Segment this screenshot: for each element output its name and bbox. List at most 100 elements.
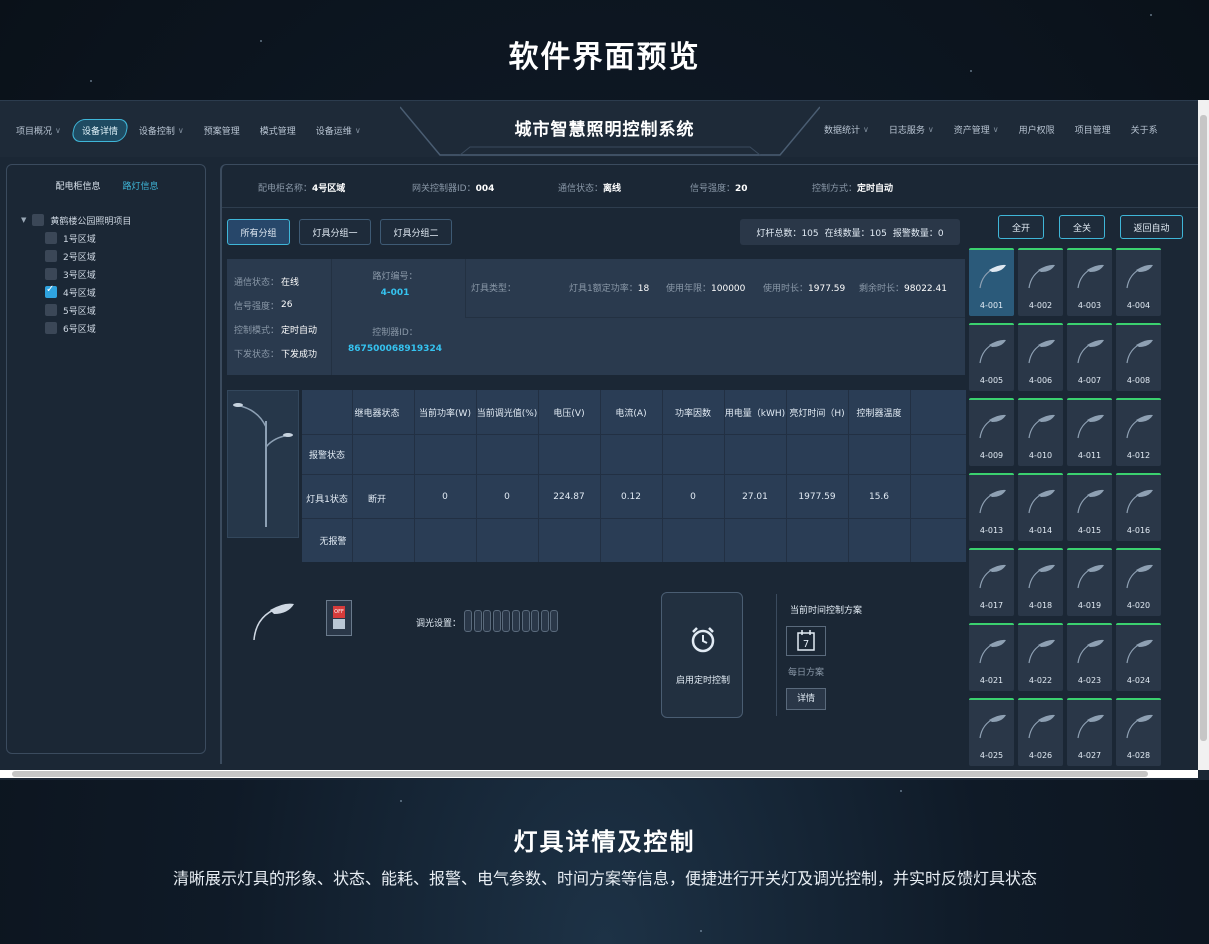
area-checkbox[interactable] [45, 284, 57, 298]
dimming-segment[interactable] [521, 610, 530, 632]
area-item[interactable]: 3号区域 [21, 265, 131, 283]
service-life: 使用年限：100000 [666, 284, 746, 294]
nav-item-label: 日志服务 [888, 126, 925, 136]
controller-id-label: 控制器ID： [372, 328, 418, 338]
lamp-tile[interactable]: 4-026 [1018, 698, 1063, 766]
lamp-tile-label: 4-012 [1126, 451, 1151, 460]
lamp-tile[interactable]: 4-023 [1067, 623, 1112, 691]
group-2-button[interactable]: 灯具分组二 [380, 219, 452, 245]
lamp-tile[interactable]: 4-020 [1116, 548, 1161, 616]
row-label: 灯具1状态 [306, 495, 348, 505]
lamp-tile[interactable]: 4-016 [1116, 473, 1161, 541]
lamp-tile[interactable]: 4-003 [1067, 248, 1112, 316]
lamp-tile[interactable]: 4-001 [969, 248, 1014, 316]
nav_right-nav-item-1[interactable]: 日志服务 ∨ [881, 119, 942, 140]
detail-comm-label: 通信状态： [234, 277, 280, 288]
dimming-segment[interactable] [473, 610, 482, 632]
lamp-tile[interactable]: 4-010 [1018, 398, 1063, 466]
area-label: 3号区域 [63, 270, 96, 281]
area-checkbox[interactable] [45, 304, 57, 316]
area-item[interactable]: 1号区域 [21, 229, 131, 247]
lamp-tile[interactable]: 4-024 [1116, 623, 1161, 691]
lamp-tile-label: 4-018 [1028, 601, 1053, 610]
lamp-tile[interactable]: 4-005 [969, 323, 1014, 391]
nav_right-nav-item-4[interactable]: 项目管理 [1067, 119, 1119, 140]
all-on-button[interactable]: 全开 [998, 215, 1044, 239]
lamp-tile[interactable]: 4-027 [1067, 698, 1112, 766]
timer-control-card[interactable]: 启用定时控制 [661, 592, 743, 718]
signal-label: 信号强度： [690, 184, 736, 194]
lamp-tile[interactable]: 4-014 [1018, 473, 1063, 541]
tab-cabinet-info[interactable]: 配电柜信息 [55, 179, 100, 192]
tab-lamp-info[interactable]: 路灯信息 [123, 179, 159, 192]
detail-signal-value: 26 [281, 300, 293, 310]
lamp-head-icon [979, 339, 1006, 364]
area-label: 2号区域 [63, 252, 96, 263]
horizontal-scrollbar-thumb[interactable] [12, 771, 1148, 777]
area-checkbox[interactable] [45, 322, 57, 334]
area-label: 5号区域 [63, 306, 96, 317]
lamp-tile[interactable]: 4-015 [1067, 473, 1112, 541]
lamp-tile[interactable]: 4-019 [1067, 548, 1112, 616]
lamp-tile[interactable]: 4-013 [969, 473, 1014, 541]
lamp-tile[interactable]: 4-011 [1067, 398, 1112, 466]
lamp-tile[interactable]: 4-017 [969, 548, 1014, 616]
lamp-grid: 4-001 4-002 4-003 4-004 4-005 4-006 4-007 4-008… [969, 248, 1161, 766]
dimming-segment[interactable] [483, 610, 492, 632]
cabinet-name-value: 4号区域 [312, 184, 346, 194]
lamp-tile[interactable]: 4-018 [1018, 548, 1063, 616]
table-header: 用电量（kWH) [724, 409, 786, 419]
dimming-segment[interactable] [550, 610, 559, 632]
footer-title: 灯具详情及控制 [513, 827, 696, 856]
checkbox[interactable] [32, 214, 45, 226]
vertical-scrollbar-thumb[interactable] [1200, 115, 1207, 741]
lamp-tile[interactable]: 4-012 [1116, 398, 1161, 466]
caret-down-icon[interactable]: ▼ [21, 216, 26, 224]
cabinet-name: 配电柜名称：4号区域 [258, 181, 412, 194]
dimming-segment[interactable] [464, 610, 472, 632]
all-off-button[interactable]: 全关 [1059, 215, 1105, 239]
group-all-button[interactable]: 所有分组 [227, 219, 290, 245]
calendar-day: 7 [803, 639, 809, 650]
lamp-tile[interactable]: 4-021 [969, 623, 1014, 691]
area-checkbox[interactable] [45, 250, 57, 262]
dimming-segment[interactable] [512, 610, 520, 632]
lamp-tile[interactable]: 4-028 [1116, 698, 1161, 766]
lamp-tile[interactable]: 4-004 [1116, 248, 1161, 316]
lamp-number: 路灯编号： 4-001 [333, 269, 457, 298]
dimming-segment[interactable] [502, 610, 511, 632]
area-checkbox[interactable] [45, 232, 57, 244]
nav_right-nav-item-2[interactable]: 资产管理 ∨ [946, 119, 1007, 140]
lamp-head-icon [1028, 339, 1055, 364]
lamp-tile[interactable]: 4-022 [1018, 623, 1063, 691]
separator [331, 259, 332, 375]
area-item[interactable]: 4号区域 [21, 283, 131, 301]
tree-root[interactable]: ▼ 黄鹤楼公园照明项目 [21, 211, 131, 229]
area-item[interactable]: 2号区域 [21, 247, 131, 265]
lamp-tile[interactable]: 4-007 [1067, 323, 1112, 391]
detail-mode-value: 定时自动 [281, 325, 318, 336]
dimming-segment[interactable] [540, 610, 549, 632]
lamp-tile[interactable]: 4-006 [1018, 323, 1063, 391]
dimming-segment[interactable] [492, 610, 501, 632]
lamp-tile[interactable]: 4-002 [1018, 248, 1063, 316]
lamp-head-icon [979, 489, 1006, 514]
nav_right-nav-item-3[interactable]: 用户权限 [1011, 119, 1063, 140]
lamp-tile[interactable]: 4-025 [969, 698, 1014, 766]
gateway-value: 004 [475, 184, 495, 194]
group-1-button[interactable]: 灯具分组一 [299, 219, 371, 245]
dimming-segment[interactable] [531, 610, 540, 632]
lamp-head-icon [1126, 639, 1153, 664]
area-checkbox[interactable] [45, 268, 57, 280]
lamp-tile-label: 4-020 [1126, 601, 1151, 610]
area-item[interactable]: 6号区域 [21, 319, 131, 337]
return-auto-button[interactable]: 返回自动 [1120, 215, 1183, 239]
lamp-tile[interactable]: 4-008 [1116, 323, 1161, 391]
plan-detail-button[interactable]: 详情 [786, 688, 826, 710]
area-item[interactable]: 5号区域 [21, 301, 131, 319]
lamp-tile[interactable]: 4-009 [969, 398, 1014, 466]
nav_right-nav-item-5[interactable]: 关于系 [1123, 119, 1166, 140]
lamp-switch[interactable]: OFF [326, 600, 352, 636]
nav_right-nav-item-0[interactable]: 数据统计 ∨ [816, 119, 877, 140]
controller-id: 控制器ID： 867500068919324 [333, 325, 457, 354]
